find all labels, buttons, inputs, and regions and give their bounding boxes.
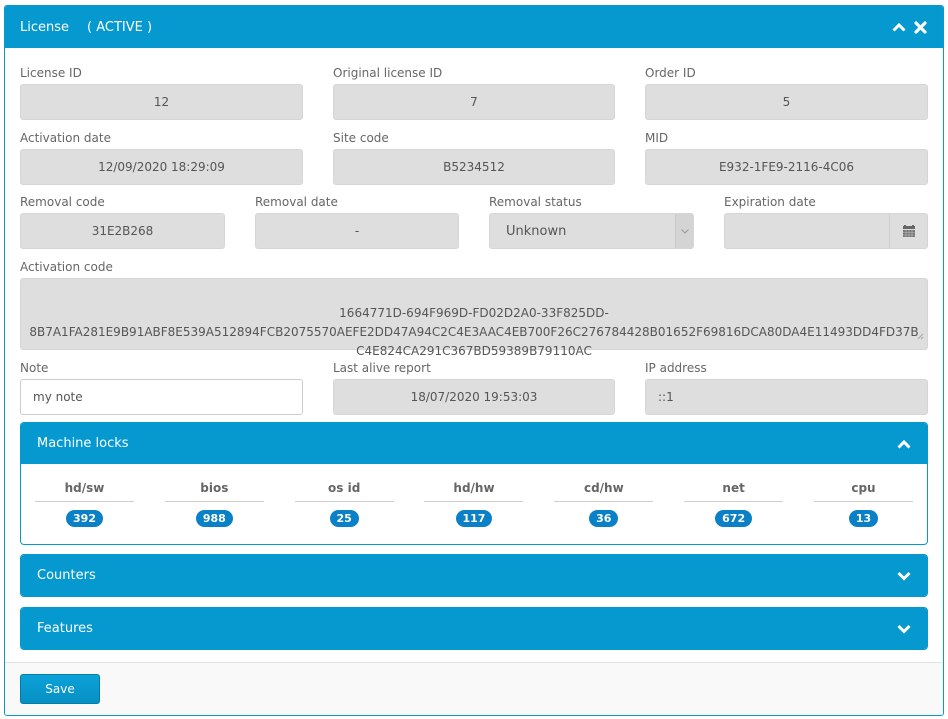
collapse-icon[interactable] — [892, 22, 906, 32]
counters-title: Counters — [37, 568, 96, 583]
lock-count-badge: 392 — [66, 510, 103, 527]
lock-name: cpu — [813, 478, 913, 502]
header-actions — [892, 20, 927, 34]
dialog-title: License — [20, 19, 70, 35]
order-id-label: Order ID — [645, 66, 696, 80]
last-alive-report-label: Last alive report — [333, 361, 431, 375]
mid-field: MID E932-1FE9-2116-4C06 — [645, 130, 928, 185]
machine-locks-list: hd/sw 392 bios 988 os id 25 hd/hw 117 cd… — [21, 464, 927, 527]
removal-date-field: Removal date - — [255, 194, 459, 249]
removal-date-input[interactable]: - — [255, 213, 459, 249]
license-dialog: License ( ACTIVE ) License ID 12 Origina… — [4, 5, 944, 716]
lock-count-badge: 988 — [195, 510, 233, 527]
note-input[interactable]: my note — [20, 379, 303, 415]
chevron-down-icon[interactable] — [675, 214, 693, 248]
counters-header[interactable]: Counters — [21, 555, 927, 596]
lock-name: bios — [164, 478, 264, 502]
activation-date-label: Activation date — [20, 131, 111, 145]
lock-name: hd/sw — [35, 478, 134, 502]
removal-code-label: Removal code — [20, 195, 105, 209]
license-status: ( ACTIVE ) — [87, 19, 153, 35]
expiration-date-input[interactable] — [724, 213, 928, 249]
original-license-id-field: Original license ID 7 — [333, 65, 615, 120]
removal-status-field: Removal status Unknown — [489, 194, 694, 249]
ip-address-input[interactable]: ::1 — [645, 379, 928, 415]
lock-count-badge: 36 — [589, 510, 619, 527]
ip-address-field: IP address ::1 — [645, 360, 928, 415]
removal-status-label: Removal status — [489, 195, 582, 209]
order-id-field: Order ID 5 — [645, 65, 928, 120]
removal-status-select[interactable]: Unknown — [489, 213, 694, 249]
activation-code-textarea[interactable]: 1664771D-694F969D-FD02D2A0-33F825DD- 8B7… — [20, 278, 928, 358]
lock-item: bios 988 — [164, 478, 264, 527]
site-code-field: Site code B5234512 — [333, 130, 615, 185]
expiration-date-field: Expiration date — [724, 194, 928, 249]
lock-item: cpu 13 — [813, 478, 913, 527]
mid-input[interactable]: E932-1FE9-2116-4C06 — [645, 149, 928, 185]
site-code-input[interactable]: B5234512 — [333, 149, 615, 185]
lock-item: cd/hw 36 — [554, 478, 654, 527]
site-code-label: Site code — [333, 131, 389, 145]
lock-count-badge: 13 — [848, 510, 879, 527]
activation-code-label: Activation code — [20, 260, 113, 274]
lock-count-badge: 672 — [715, 510, 753, 527]
removal-code-input[interactable]: 31E2B268 — [20, 213, 225, 249]
machine-locks-panel: Machine locks hd/sw 392 bios 988 os id 2… — [20, 422, 928, 545]
expiration-date-label: Expiration date — [724, 195, 816, 209]
removal-code-field: Removal code 31E2B268 — [20, 194, 225, 249]
close-icon[interactable] — [914, 20, 927, 34]
lock-name: cd/hw — [554, 478, 654, 502]
note-field: Note my note — [20, 360, 303, 415]
resize-grip-icon[interactable] — [917, 308, 924, 346]
original-license-id-input[interactable]: 7 — [333, 84, 615, 120]
features-header[interactable]: Features — [21, 608, 927, 649]
lock-name: os id — [294, 478, 394, 502]
features-panel: Features — [20, 607, 928, 650]
lock-item: net 672 — [684, 478, 784, 527]
lock-item: os id 25 — [294, 478, 394, 527]
chevron-down-icon[interactable] — [897, 571, 911, 581]
chevron-up-icon[interactable] — [897, 439, 911, 449]
calendar-icon[interactable] — [889, 214, 927, 248]
license-id-input[interactable]: 12 — [20, 84, 303, 120]
removal-status-value: Unknown — [506, 223, 567, 239]
activation-date-field: Activation date 12/09/2020 18:29:09 — [20, 130, 303, 185]
activation-code-value: 1664771D-694F969D-FD02D2A0-33F825DD- 8B7… — [29, 306, 919, 358]
machine-locks-header[interactable]: Machine locks — [21, 423, 927, 464]
lock-item: hd/hw 117 — [424, 478, 524, 527]
features-title: Features — [37, 621, 93, 636]
activation-code-field: Activation code 1664771D-694F969D-FD02D2… — [20, 259, 928, 358]
save-button[interactable]: Save — [20, 674, 100, 704]
original-license-id-label: Original license ID — [333, 66, 443, 80]
lock-count-badge: 117 — [455, 510, 493, 527]
counters-panel: Counters — [20, 554, 928, 597]
last-alive-report-input[interactable]: 18/07/2020 19:53:03 — [333, 379, 615, 415]
note-label: Note — [20, 361, 49, 375]
lock-count-badge: 25 — [329, 510, 359, 527]
chevron-down-icon[interactable] — [897, 624, 911, 634]
lock-item: hd/sw 392 — [35, 478, 134, 527]
dialog-header: License ( ACTIVE ) — [5, 6, 943, 48]
lock-name: net — [684, 478, 784, 502]
last-alive-report-field: Last alive report 18/07/2020 19:53:03 — [333, 360, 615, 415]
activation-date-input[interactable]: 12/09/2020 18:29:09 — [20, 149, 303, 185]
ip-address-label: IP address — [645, 361, 707, 375]
license-id-field: License ID 12 — [20, 65, 303, 120]
order-id-input[interactable]: 5 — [645, 84, 928, 120]
mid-label: MID — [645, 131, 669, 145]
dialog-footer: Save — [5, 662, 943, 715]
license-id-label: License ID — [20, 66, 82, 80]
machine-locks-title: Machine locks — [37, 436, 129, 451]
lock-name: hd/hw — [424, 478, 524, 502]
removal-date-label: Removal date — [255, 195, 338, 209]
